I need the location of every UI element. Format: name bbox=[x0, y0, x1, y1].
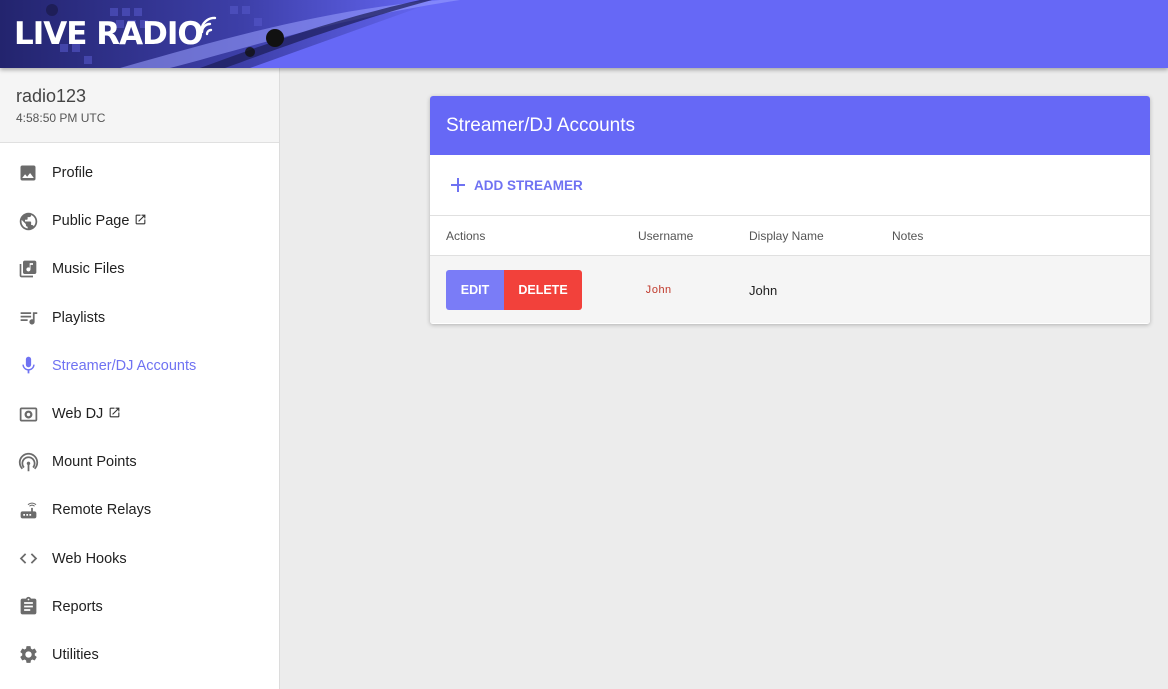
sidebar-item-music-files[interactable]: Music Files bbox=[0, 245, 279, 293]
sidebar-item-label: Streamer/DJ Accounts bbox=[52, 357, 197, 374]
image-icon bbox=[17, 162, 39, 184]
card-actions: ADD STREAMER bbox=[430, 155, 1150, 216]
code-icon bbox=[17, 548, 39, 570]
add-streamer-button[interactable]: ADD STREAMER bbox=[450, 177, 583, 193]
sidebar-item-streamer-dj-accounts[interactable]: Streamer/DJ Accounts bbox=[0, 342, 279, 390]
column-header-username: Username bbox=[638, 229, 694, 243]
clipboard-icon bbox=[17, 596, 39, 618]
column-header-display-name: Display Name bbox=[749, 229, 824, 243]
globe-icon bbox=[17, 210, 39, 232]
edit-button[interactable]: EDIT bbox=[446, 270, 504, 310]
table-header: Actions Username Display Name Notes bbox=[430, 216, 1150, 256]
library-music-icon bbox=[17, 258, 39, 280]
sidebar-item-label: Mount Points bbox=[52, 454, 137, 471]
sidebar: radio123 4:58:50 PM UTC Profile Public P… bbox=[0, 68, 280, 689]
sidebar-item-reports[interactable]: Reports bbox=[0, 583, 279, 631]
app-header: LIVE RADIO bbox=[0, 0, 1168, 68]
plus-icon bbox=[451, 178, 465, 192]
broadcast-icon bbox=[17, 451, 39, 473]
sidebar-item-label: Remote Relays bbox=[52, 502, 152, 519]
column-header-notes: Notes bbox=[892, 229, 924, 243]
external-link-icon bbox=[108, 406, 121, 424]
sidebar-item-playlists[interactable]: Playlists bbox=[0, 294, 279, 342]
live-radio-logo[interactable]: LIVE RADIO bbox=[14, 16, 221, 52]
logo-text: LIVE RADIO bbox=[14, 16, 204, 52]
gear-icon bbox=[17, 644, 39, 666]
radio-waves-icon bbox=[200, 16, 216, 36]
streamer-accounts-card: Streamer/DJ Accounts ADD STREAMER Action… bbox=[430, 96, 1150, 324]
username-cell: John bbox=[645, 285, 672, 297]
card-title: Streamer/DJ Accounts bbox=[446, 114, 636, 136]
sidebar-item-label: Music Files bbox=[52, 261, 125, 278]
sidebar-item-public-page[interactable]: Public Page bbox=[0, 197, 279, 245]
router-icon bbox=[17, 499, 39, 521]
add-streamer-label: ADD STREAMER bbox=[474, 177, 583, 193]
sidebar-item-label: Utilities bbox=[52, 646, 99, 663]
station-time: 4:58:50 PM UTC bbox=[16, 111, 106, 125]
queue-music-icon bbox=[17, 307, 39, 329]
sidebar-item-profile[interactable]: Profile bbox=[0, 149, 279, 197]
sidebar-item-label: Public Page bbox=[52, 213, 130, 230]
sidebar-item-label: Web Hooks bbox=[52, 550, 127, 567]
table-row: EDIT DELETE John John bbox=[430, 256, 1150, 323]
delete-button[interactable]: DELETE bbox=[504, 270, 582, 310]
column-header-actions: Actions bbox=[446, 229, 486, 243]
card-header: Streamer/DJ Accounts bbox=[430, 96, 1150, 155]
sidebar-nav: Profile Public Page Music Files Playlist… bbox=[0, 149, 279, 679]
sidebar-item-utilities[interactable]: Utilities bbox=[0, 631, 279, 679]
station-name: radio123 bbox=[16, 86, 87, 106]
sidebar-item-mount-points[interactable]: Mount Points bbox=[0, 438, 279, 486]
sidebar-item-label: Playlists bbox=[52, 309, 106, 326]
speaker-icon bbox=[17, 403, 39, 425]
external-link-icon bbox=[134, 213, 147, 231]
station-info: radio123 4:58:50 PM UTC bbox=[0, 68, 279, 143]
display-name-cell: John bbox=[749, 283, 778, 298]
sidebar-item-label: Web DJ bbox=[52, 406, 104, 423]
sidebar-item-web-hooks[interactable]: Web Hooks bbox=[0, 535, 279, 583]
sidebar-item-label: Profile bbox=[52, 165, 94, 182]
sidebar-item-label: Reports bbox=[52, 598, 103, 615]
sidebar-item-web-dj[interactable]: Web DJ bbox=[0, 390, 279, 438]
mic-icon bbox=[17, 355, 39, 377]
sidebar-item-remote-relays[interactable]: Remote Relays bbox=[0, 486, 279, 534]
